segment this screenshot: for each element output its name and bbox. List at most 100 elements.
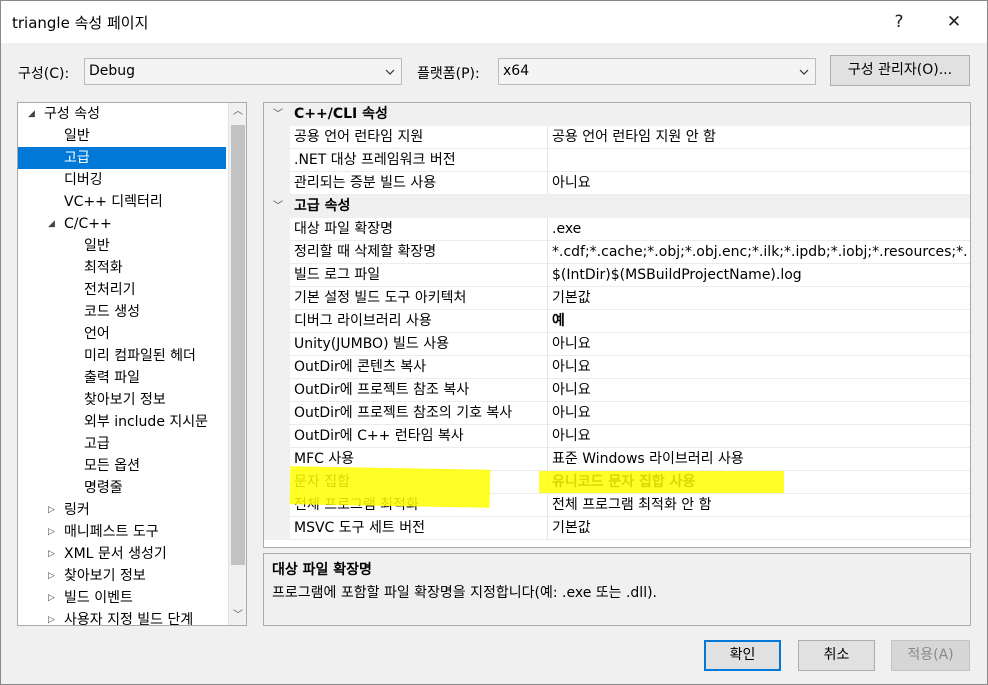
property-value[interactable]: 표준 Windows 라이브러리 사용 [552, 448, 968, 471]
column-divider [547, 425, 548, 448]
property-name: 디버그 라이브러리 사용 [294, 313, 432, 329]
expand-arrow-icon[interactable]: ▷ [48, 521, 60, 543]
collapse-arrow-icon[interactable]: ◢ [48, 213, 60, 235]
category-row[interactable]: ﹀ C++/CLI 속성 [264, 103, 970, 126]
tree-item[interactable]: 외부 include 지시문 [18, 411, 226, 433]
scroll-thumb[interactable] [231, 125, 245, 565]
expand-arrow-icon[interactable]: ▷ [48, 587, 60, 609]
property-row[interactable]: Unity(JUMBO) 빌드 사용 아니요 [264, 333, 970, 356]
property-row[interactable]: 정리할 때 삭제할 확장명 *.cdf;*.cache;*.obj;*.obj.e… [264, 241, 970, 264]
tree-item[interactable]: ▷ 빌드 이벤트 [18, 587, 226, 609]
tree-item-label: C/C++ [64, 216, 112, 232]
tree-item[interactable]: 최적화 [18, 257, 226, 279]
row-gutter [264, 517, 290, 540]
config-dropdown[interactable]: Debug [84, 58, 402, 85]
property-row[interactable]: 빌드 로그 파일 $(IntDir)$(MSBuildProjectName).l… [264, 264, 970, 287]
property-row[interactable]: OutDir에 콘텐츠 복사 아니요 [264, 356, 970, 379]
platform-dropdown[interactable]: x64 [498, 58, 816, 85]
tree-item[interactable]: 코드 생성 [18, 301, 226, 323]
expand-arrow-icon[interactable]: ▷ [48, 609, 60, 625]
property-value[interactable]: 아니요 [552, 402, 968, 425]
title-bar: triangle 속성 페이지 ? ✕ [1, 1, 987, 43]
tree-item-label: 구성 속성 [44, 106, 100, 122]
cancel-button[interactable]: 취소 [798, 640, 875, 671]
tree-item[interactable]: ◢ C/C++ [18, 213, 226, 235]
tree-item-label: 출력 파일 [84, 370, 140, 386]
property-row[interactable]: 대상 파일 확장명 .exe [264, 218, 970, 241]
property-value[interactable]: 아니요 [552, 356, 968, 379]
tree-item[interactable]: 일반 [18, 125, 226, 147]
property-name: OutDir에 C++ 런타임 복사 [294, 428, 464, 444]
property-value[interactable]: 예 [552, 310, 968, 333]
tree-item[interactable]: ▷ 찾아보기 정보 [18, 565, 226, 587]
tree-item[interactable]: 고급 [18, 147, 226, 169]
apply-button[interactable]: 적용(A) [891, 640, 970, 671]
scroll-up-icon[interactable]: ︿ [229, 103, 246, 121]
property-row[interactable]: 전체 프로그램 최적화 전체 프로그램 최적화 안 함 [264, 494, 970, 517]
property-value[interactable]: 유니코드 문자 집합 사용 [552, 471, 968, 494]
tree-item[interactable]: 일반 [18, 235, 226, 257]
category-row[interactable]: ﹀ 고급 속성 [264, 195, 970, 218]
collapse-chevron-icon[interactable]: ﹀ [273, 195, 283, 218]
config-value: Debug [89, 63, 136, 79]
property-name: OutDir에 프로젝트 참조 복사 [294, 382, 470, 398]
expand-arrow-icon[interactable]: ▷ [48, 543, 60, 565]
tree-item[interactable]: ▷ 매니페스트 도구 [18, 521, 226, 543]
property-value[interactable]: 기본값 [552, 287, 968, 310]
tree-item[interactable]: 전처리기 [18, 279, 226, 301]
property-name: .NET 대상 프레임워크 버전 [294, 152, 456, 168]
property-value[interactable]: 아니요 [552, 425, 968, 448]
tree-item[interactable]: 고급 [18, 433, 226, 455]
property-value[interactable]: $(IntDir)$(MSBuildProjectName).log [552, 264, 968, 287]
property-row[interactable]: 문자 집합 유니코드 문자 집합 사용 [264, 471, 970, 494]
row-gutter [264, 172, 290, 195]
collapse-arrow-icon[interactable]: ◢ [28, 103, 40, 125]
expand-arrow-icon[interactable]: ▷ [48, 499, 60, 521]
expand-arrow-icon[interactable]: ▷ [48, 565, 60, 587]
tree-item[interactable]: 찾아보기 정보 [18, 389, 226, 411]
scroll-down-icon[interactable]: ﹀ [229, 607, 246, 625]
tree-item[interactable]: 디버깅 [18, 169, 226, 191]
tree-item-label: 고급 [84, 436, 110, 452]
tree-item[interactable]: ◢ 구성 속성 [18, 103, 226, 125]
property-row[interactable]: OutDir에 프로젝트 참조의 기호 복사 아니요 [264, 402, 970, 425]
tree-item[interactable]: 명령줄 [18, 477, 226, 499]
property-value[interactable]: .exe [552, 218, 968, 241]
property-row[interactable]: .NET 대상 프레임워크 버전 [264, 149, 970, 172]
property-name: 전체 프로그램 최적화 [294, 497, 419, 513]
tree-item-label: 전처리기 [84, 282, 136, 298]
property-value[interactable]: *.cdf;*.cache;*.obj;*.obj.enc;*.ilk;*.ip… [552, 241, 968, 264]
property-value[interactable]: 아니요 [552, 333, 968, 356]
help-button[interactable]: ? [881, 7, 917, 37]
ok-button[interactable]: 확인 [704, 640, 781, 671]
tree-item[interactable]: ▷ 사용자 지정 빌드 단계 [18, 609, 226, 625]
tree-scrollbar[interactable]: ︿ ﹀ [228, 103, 246, 625]
tree-item-label: VC++ 디렉터리 [64, 194, 163, 210]
property-row[interactable]: 기본 설정 빌드 도구 아키텍처 기본값 [264, 287, 970, 310]
tree-item[interactable]: ▷ 링커 [18, 499, 226, 521]
property-row[interactable]: OutDir에 C++ 런타임 복사 아니요 [264, 425, 970, 448]
property-value[interactable]: 아니요 [552, 172, 968, 195]
property-value[interactable]: 전체 프로그램 최적화 안 함 [552, 494, 968, 517]
tree-item[interactable]: VC++ 디렉터리 [18, 191, 226, 213]
config-manager-button[interactable]: 구성 관리자(O)... [830, 55, 970, 86]
tree-item[interactable]: 미리 컴파일된 헤더 [18, 345, 226, 367]
property-row[interactable]: MSVC 도구 세트 버전 기본값 [264, 517, 970, 540]
property-name: MFC 사용 [294, 451, 355, 467]
config-label: 구성(C): [18, 66, 70, 82]
property-row[interactable]: OutDir에 프로젝트 참조 복사 아니요 [264, 379, 970, 402]
tree-item[interactable]: 출력 파일 [18, 367, 226, 389]
property-row[interactable]: MFC 사용 표준 Windows 라이브러리 사용 [264, 448, 970, 471]
property-value[interactable]: 아니요 [552, 379, 968, 402]
property-value[interactable]: 기본값 [552, 517, 968, 540]
tree-item[interactable]: 모든 옵션 [18, 455, 226, 477]
property-row[interactable]: 공용 언어 런타임 지원 공용 언어 런타임 지원 안 함 [264, 126, 970, 149]
property-value[interactable]: 공용 언어 런타임 지원 안 함 [552, 126, 968, 149]
property-row[interactable]: 관리되는 증분 빌드 사용 아니요 [264, 172, 970, 195]
close-button[interactable]: ✕ [936, 7, 972, 37]
tree-item[interactable]: 언어 [18, 323, 226, 345]
tree-item[interactable]: ▷ XML 문서 생성기 [18, 543, 226, 565]
tree-item-label: 모든 옵션 [84, 458, 140, 474]
property-row[interactable]: 디버그 라이브러리 사용 예 [264, 310, 970, 333]
collapse-chevron-icon[interactable]: ﹀ [273, 103, 283, 126]
